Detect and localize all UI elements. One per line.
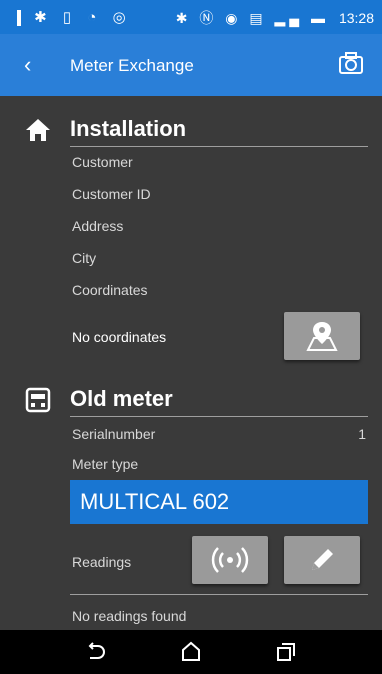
installation-divider [70, 146, 368, 147]
city-label: City [72, 250, 97, 266]
app-bar: ‹ Meter Exchange [0, 34, 382, 96]
status-bar: ✱ ▯ ◔ ◎ ✱ Ⓝ ◉ ▤ ▂▄ ▬ 13:28 [0, 0, 382, 34]
clock: 13:28 [338, 10, 374, 26]
old-meter-divider [70, 416, 368, 417]
pencil-icon [312, 549, 333, 570]
no-readings-text: No readings found [72, 608, 187, 624]
read-meter-button[interactable] [192, 536, 268, 584]
status-right-icons: ✱ Ⓝ ◉ ▤ ▂▄ ▬ [175, 10, 330, 26]
customer-label: Customer [72, 154, 133, 170]
meter-type-value[interactable]: MULTICAL 602 [70, 480, 368, 524]
camera-icon[interactable] [338, 50, 364, 76]
customer-id-label: Customer ID [72, 186, 151, 202]
address-label: Address [72, 218, 124, 234]
meter-icon [25, 387, 51, 413]
readings-label: Readings [72, 554, 132, 570]
installation-title: Installation [70, 116, 187, 141]
coordinates-label: Coordinates [72, 282, 148, 298]
home-nav-icon[interactable] [179, 640, 203, 664]
back-chevron-icon[interactable]: ‹ [24, 52, 31, 78]
readings-divider [70, 594, 368, 595]
coordinates-value: No coordinates [72, 329, 167, 345]
content: Installation Customer Customer ID Addres… [0, 96, 382, 630]
alarm-icon: ◎ [112, 9, 132, 26]
back-nav-icon[interactable] [84, 640, 108, 664]
status-left-icons: ✱ ▯ ◔ ◎ [14, 8, 132, 27]
usb-icon [17, 10, 21, 27]
bluetooth-icon: ✱ [34, 9, 53, 26]
radio-signal-icon [211, 547, 249, 573]
meter-type-label: Meter type [72, 456, 139, 472]
recents-nav-icon[interactable] [274, 640, 298, 664]
home-icon [26, 119, 50, 141]
app-title: Meter Exchange [70, 56, 194, 75]
old-meter-title: Old meter [70, 386, 173, 411]
edit-readings-button[interactable] [284, 536, 360, 584]
serialnumber-value: 1 [358, 426, 366, 442]
map-button[interactable] [284, 312, 360, 360]
screen-icon: ▯ [62, 9, 78, 26]
navigation-bar [0, 630, 382, 674]
map-pin-icon [306, 322, 338, 351]
serialnumber-label: Serialnumber [72, 426, 156, 442]
status-right: ✱ Ⓝ ◉ ▤ ▂▄ ▬ 13:28 [176, 8, 374, 28]
wifi-icon: ◔ [87, 9, 103, 26]
